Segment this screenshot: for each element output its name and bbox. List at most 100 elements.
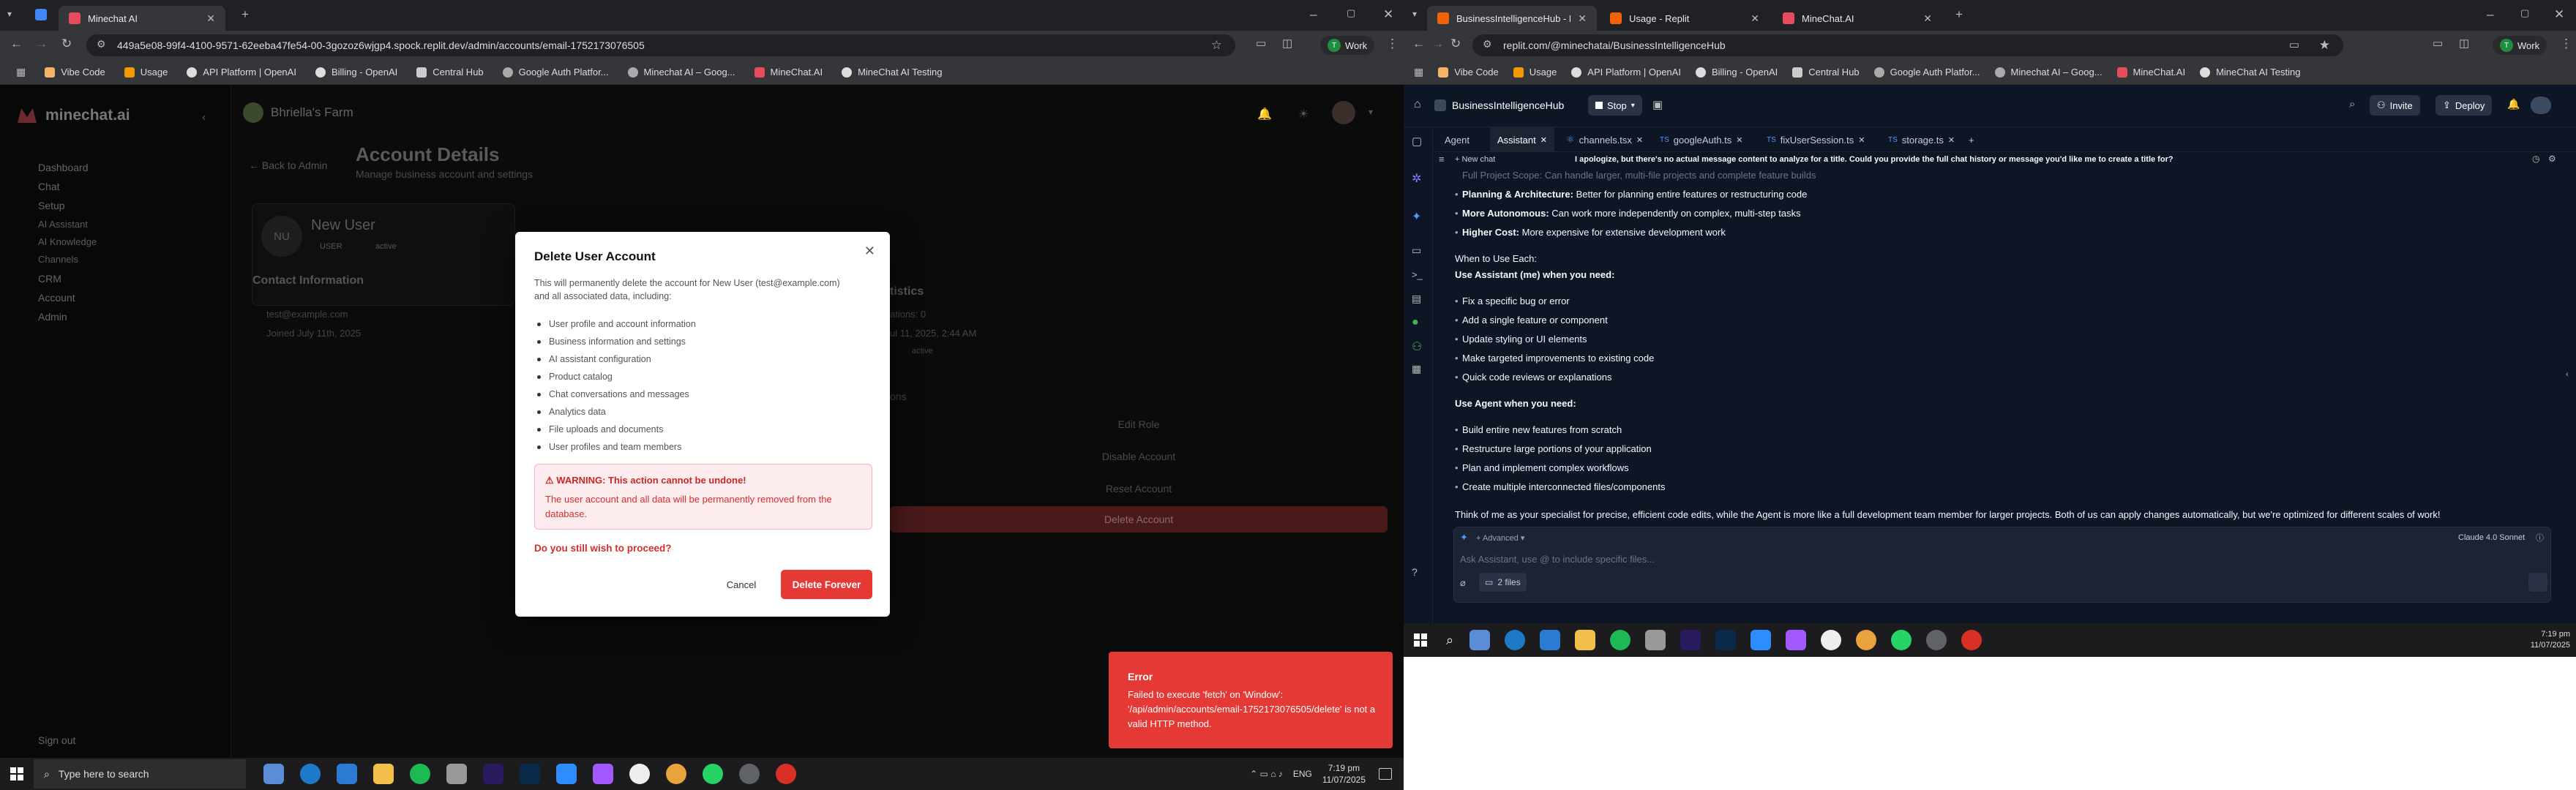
history-icon[interactable]: ◷ — [2532, 154, 2539, 164]
site-info-icon[interactable]: ⚙ — [97, 38, 106, 50]
copilot-icon[interactable] — [263, 764, 284, 784]
bookmark-item[interactable]: Google Auth Platfor... — [502, 67, 609, 78]
edge-icon[interactable] — [1505, 630, 1526, 650]
bell-icon[interactable]: 🔔 — [2507, 98, 2520, 110]
edit-role-button[interactable]: Edit Role — [890, 411, 1388, 437]
bookmark-item[interactable]: API Platform | OpenAI — [1571, 67, 1681, 78]
bookmark-item[interactable]: Usage — [1513, 67, 1557, 78]
user-avatar[interactable] — [1332, 101, 1355, 124]
bookmark-item[interactable]: Central Hub — [1792, 67, 1860, 78]
secrets-icon[interactable]: ● — [1412, 316, 1419, 329]
window-close-icon[interactable]: ✕ — [1383, 7, 1393, 22]
install-app-icon[interactable]: ▭ — [2289, 38, 2299, 51]
assistant-mode-icon[interactable]: ✦ — [1460, 532, 1468, 543]
bookmark-item[interactable]: Vibe Code — [1438, 67, 1499, 78]
puzzle-icon[interactable]: ◫ — [1282, 37, 1292, 50]
maximize-icon[interactable]: ▢ — [2520, 7, 2529, 19]
photoshop-icon[interactable] — [520, 764, 540, 784]
back-icon[interactable]: ← — [10, 37, 23, 51]
notification-bell-icon[interactable]: 🔔 — [1257, 107, 1272, 121]
premiere-icon[interactable] — [1680, 630, 1701, 650]
tab-channels[interactable]: ⚛ channels.tsx ✕ — [1559, 127, 1650, 152]
sidebar-item-channels[interactable]: Channels — [38, 254, 78, 265]
extensions-icon[interactable]: ▭ — [2433, 37, 2443, 50]
figma-icon[interactable] — [1786, 630, 1807, 650]
tab-assistant[interactable]: Assistant ✕ — [1490, 127, 1554, 152]
agent-icon[interactable]: ✲ — [1412, 171, 1421, 186]
new-pane-tab-icon[interactable]: + — [1961, 127, 1982, 152]
assistant-icon[interactable]: ✦ — [1412, 209, 1421, 224]
spotify-icon[interactable] — [410, 764, 430, 784]
chrome-alt-icon[interactable] — [776, 764, 796, 784]
bookmark-item[interactable]: Usage — [124, 67, 168, 78]
profile-chip[interactable]: T Work — [1320, 36, 1375, 55]
address-bar[interactable]: ⚙ replit.com/@minechatai/BusinessIntelli… — [1472, 34, 2343, 56]
windows-start-icon[interactable] — [10, 767, 23, 780]
tab-close-icon[interactable]: ✕ — [206, 12, 215, 25]
brand[interactable]: minechat.ai — [18, 107, 130, 124]
gear-icon[interactable] — [446, 764, 467, 784]
send-button[interactable] — [2528, 573, 2547, 592]
whatsapp-icon[interactable] — [703, 764, 723, 784]
shell-icon[interactable]: >_ — [1412, 269, 1423, 280]
browser-menu-icon[interactable]: ⋮ — [1386, 37, 1399, 51]
bookmark-item[interactable]: MineChat.AI — [754, 67, 823, 78]
bookmark-item[interactable]: MineChat AI Testing — [2200, 67, 2300, 78]
preview-icon[interactable]: ▭ — [1412, 244, 1421, 257]
layout-icon[interactable]: ▣ — [1652, 98, 1663, 111]
minimize-icon[interactable]: – — [2487, 7, 2493, 22]
sidebar-item-setup[interactable]: Setup — [38, 200, 65, 211]
clock[interactable]: 7:19 pm 11/07/2025 — [2531, 629, 2570, 651]
extensions-icon[interactable]: ▭ — [1256, 37, 1266, 50]
error-toast[interactable]: Error Failed to execute 'fetch' on 'Wind… — [1109, 652, 1393, 748]
tab-minechat[interactable]: Minechat AI ✕ — [59, 6, 225, 31]
new-tab-icon[interactable]: + — [242, 7, 249, 22]
collapse-pane-icon[interactable]: ‹ — [2566, 370, 2569, 379]
tab-close-icon[interactable]: ✕ — [1751, 12, 1759, 25]
close-icon[interactable]: ✕ — [1736, 135, 1742, 145]
bookmark-item[interactable]: MineChat AI Testing — [842, 67, 942, 78]
sidebar-item-account[interactable]: Account — [38, 292, 75, 304]
puzzle-icon[interactable]: ◫ — [2459, 37, 2469, 50]
copilot-icon[interactable] — [1469, 630, 1491, 650]
gear-icon[interactable] — [1645, 630, 1666, 650]
back-icon[interactable]: ← — [1412, 37, 1425, 51]
forward-icon[interactable]: → — [1431, 37, 1444, 51]
bookmark-item[interactable]: API Platform | OpenAI — [187, 67, 296, 78]
tab-close-icon[interactable]: ✕ — [1923, 12, 1932, 25]
delete-forever-button[interactable]: Delete Forever — [781, 570, 872, 599]
apps-grid-icon[interactable]: ▦ — [1414, 66, 1423, 78]
advanced-toggle[interactable]: + Advanced ▾ — [1476, 533, 1524, 543]
tab-search-icon[interactable]: ▾ — [7, 9, 12, 19]
tab-fixusersession[interactable]: TS fixUserSession.ts ✕ — [1759, 127, 1872, 152]
tray-icons[interactable]: ⌃ ▭ ⌂ ♪ — [1250, 769, 1283, 779]
tab-replit-project[interactable]: BusinessIntelligenceHub - Repli ✕ — [1427, 6, 1597, 31]
modal-close-icon[interactable]: ✕ — [864, 244, 875, 259]
tab-search-icon[interactable]: ▾ — [1412, 9, 1417, 19]
site-info-icon[interactable]: ⚙ — [1483, 38, 1492, 50]
database-icon[interactable]: ▤ — [1412, 293, 1421, 305]
file-explorer-icon[interactable] — [373, 764, 394, 784]
delete-account-button[interactable]: Delete Account — [890, 506, 1388, 533]
premiere-icon[interactable] — [483, 764, 503, 784]
whatsapp-icon[interactable] — [1891, 630, 1912, 650]
help-icon[interactable]: ? — [1412, 566, 1418, 578]
reload-icon[interactable]: ↻ — [1450, 37, 1461, 51]
search-icon[interactable]: ⌕ — [1446, 633, 1453, 648]
disable-account-button[interactable]: Disable Account — [890, 443, 1388, 470]
tab-googleauth[interactable]: TS googleAuth.ts ✕ — [1652, 127, 1751, 152]
workspace-switcher[interactable]: Bhriella's Farm — [243, 102, 353, 123]
sidebar-item-ai-assistant[interactable]: AI Assistant — [38, 219, 88, 230]
github-icon[interactable] — [1821, 630, 1842, 650]
chat-title[interactable]: I apologize, but there's no actual messa… — [1575, 155, 2174, 164]
bookmark-star-icon[interactable]: ★ — [2319, 38, 2330, 53]
bookmark-item[interactable]: Minechat AI – Goog... — [627, 67, 735, 78]
attach-icon[interactable]: ⌀ — [1460, 577, 1466, 589]
sidebar-item-crm[interactable]: CRM — [38, 273, 61, 285]
clock[interactable]: 7:19 pm 11/07/2025 — [1322, 762, 1366, 786]
chrome-alt-icon[interactable] — [1961, 630, 1982, 650]
profile-chip[interactable]: T Work — [2493, 36, 2547, 55]
language-indicator[interactable]: ENG — [1293, 769, 1312, 779]
bookmark-item[interactable]: Billing - OpenAI — [315, 67, 397, 78]
bookmark-item[interactable]: Google Auth Platfor... — [1873, 67, 1980, 78]
